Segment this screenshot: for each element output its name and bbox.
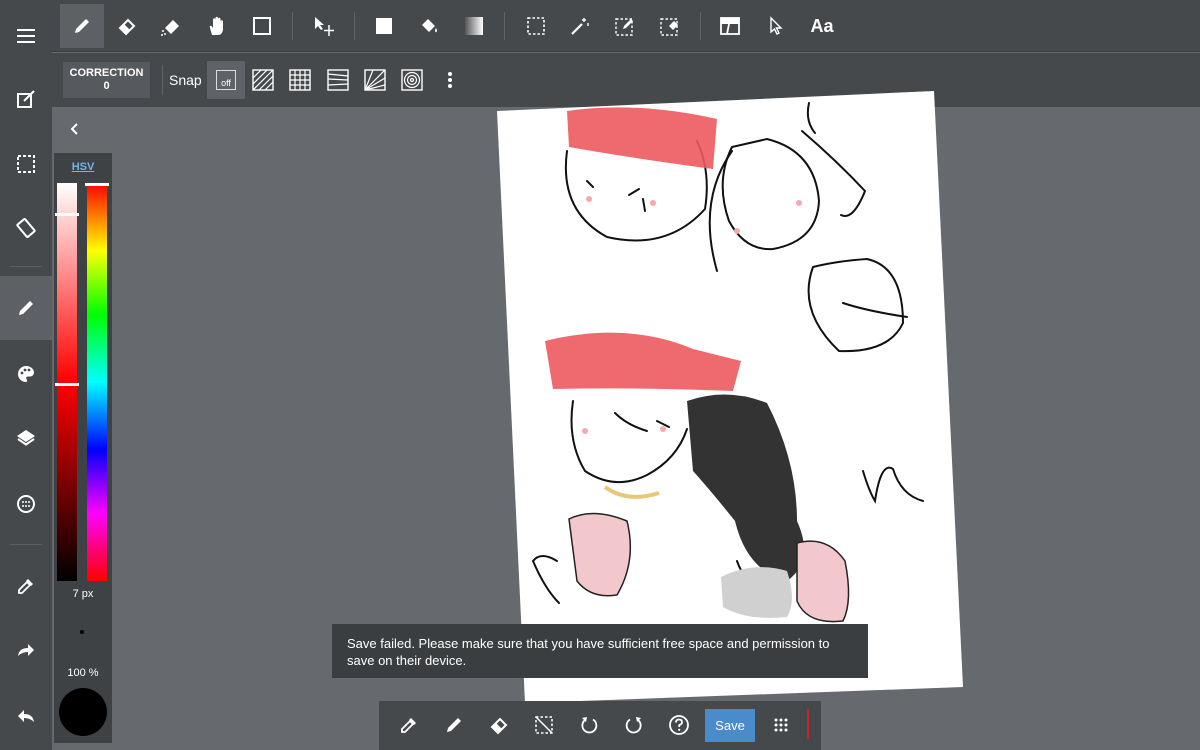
chevron-left-icon[interactable] bbox=[62, 116, 86, 142]
eyedropper-icon[interactable] bbox=[0, 560, 52, 612]
color-indicator bbox=[807, 709, 809, 739]
rotate-canvas-icon[interactable] bbox=[0, 202, 52, 254]
quick-access-bar: Save bbox=[379, 701, 821, 750]
grid-menu-icon[interactable] bbox=[761, 705, 801, 745]
select-rect-icon[interactable] bbox=[514, 4, 558, 48]
select-eraser-icon[interactable] bbox=[648, 4, 692, 48]
snap-off-button[interactable]: off bbox=[207, 61, 245, 99]
operation-icon[interactable] bbox=[754, 4, 798, 48]
layers-icon[interactable] bbox=[0, 412, 52, 464]
rotate-right-icon[interactable] bbox=[614, 705, 654, 745]
current-color-swatch[interactable] bbox=[59, 688, 107, 736]
eraser-icon[interactable] bbox=[479, 705, 519, 745]
opacity-label[interactable]: 100 % bbox=[54, 667, 112, 679]
snap-perspective-icon[interactable] bbox=[319, 61, 357, 99]
pen-icon[interactable] bbox=[434, 705, 474, 745]
gradient-icon[interactable] bbox=[452, 4, 496, 48]
blur-icon[interactable] bbox=[150, 4, 194, 48]
hue-slider[interactable] bbox=[87, 183, 107, 581]
move-icon[interactable] bbox=[302, 4, 346, 48]
text-tool[interactable]: Aa bbox=[800, 4, 844, 48]
menu-icon[interactable] bbox=[0, 10, 52, 62]
snap-circle-icon[interactable] bbox=[393, 61, 431, 99]
selection-icon[interactable] bbox=[0, 138, 52, 190]
eraser-icon[interactable] bbox=[105, 4, 149, 48]
save-button[interactable]: Save bbox=[705, 709, 755, 742]
brush-size-preview bbox=[80, 630, 84, 634]
top-toolbar: Aa bbox=[52, 0, 1200, 52]
hsv-mode-link[interactable]: HSV bbox=[54, 161, 112, 173]
help-icon[interactable] bbox=[659, 705, 699, 745]
saturation-value-slider[interactable] bbox=[57, 183, 77, 581]
brush-icon[interactable] bbox=[0, 276, 52, 340]
color-panel: HSV 7 px 100 % bbox=[54, 153, 112, 743]
pen-icon[interactable] bbox=[60, 4, 104, 48]
snap-radial-icon[interactable] bbox=[356, 61, 394, 99]
correction-button[interactable]: CORRECTION 0 bbox=[63, 62, 150, 98]
brush-size-label[interactable]: 7 px bbox=[54, 588, 112, 600]
hue-marker[interactable] bbox=[85, 183, 109, 186]
deselect-icon[interactable] bbox=[524, 705, 564, 745]
error-toast: Save failed. Please make sure that you h… bbox=[332, 624, 868, 678]
sv-top-marker[interactable] bbox=[55, 213, 79, 216]
materials-icon[interactable] bbox=[0, 478, 52, 530]
more-options-icon[interactable] bbox=[431, 61, 469, 99]
correction-label: CORRECTION bbox=[69, 67, 144, 79]
magic-wand-icon[interactable] bbox=[558, 4, 602, 48]
snap-off-label: off bbox=[216, 70, 236, 90]
shape-icon[interactable] bbox=[240, 4, 284, 48]
snap-label: Snap bbox=[169, 72, 202, 88]
bucket-icon[interactable] bbox=[407, 4, 451, 48]
palette-icon[interactable] bbox=[0, 348, 52, 400]
snap-grid-icon[interactable] bbox=[281, 61, 319, 99]
undo-icon[interactable] bbox=[0, 690, 52, 742]
hand-icon[interactable] bbox=[195, 4, 239, 48]
correction-value: 0 bbox=[103, 80, 110, 92]
eyedropper-icon[interactable] bbox=[389, 705, 429, 745]
snap-parallel-icon[interactable] bbox=[244, 61, 282, 99]
left-rail bbox=[0, 0, 52, 750]
sv-bottom-marker[interactable] bbox=[55, 383, 79, 386]
panel-icon[interactable] bbox=[708, 4, 752, 48]
drawing-canvas[interactable] bbox=[497, 91, 963, 703]
fill-rect-icon[interactable] bbox=[362, 4, 406, 48]
redo-icon[interactable] bbox=[0, 624, 52, 676]
select-pen-icon[interactable] bbox=[603, 4, 647, 48]
rotate-left-icon[interactable] bbox=[569, 705, 609, 745]
edit-canvas-icon[interactable] bbox=[0, 74, 52, 126]
